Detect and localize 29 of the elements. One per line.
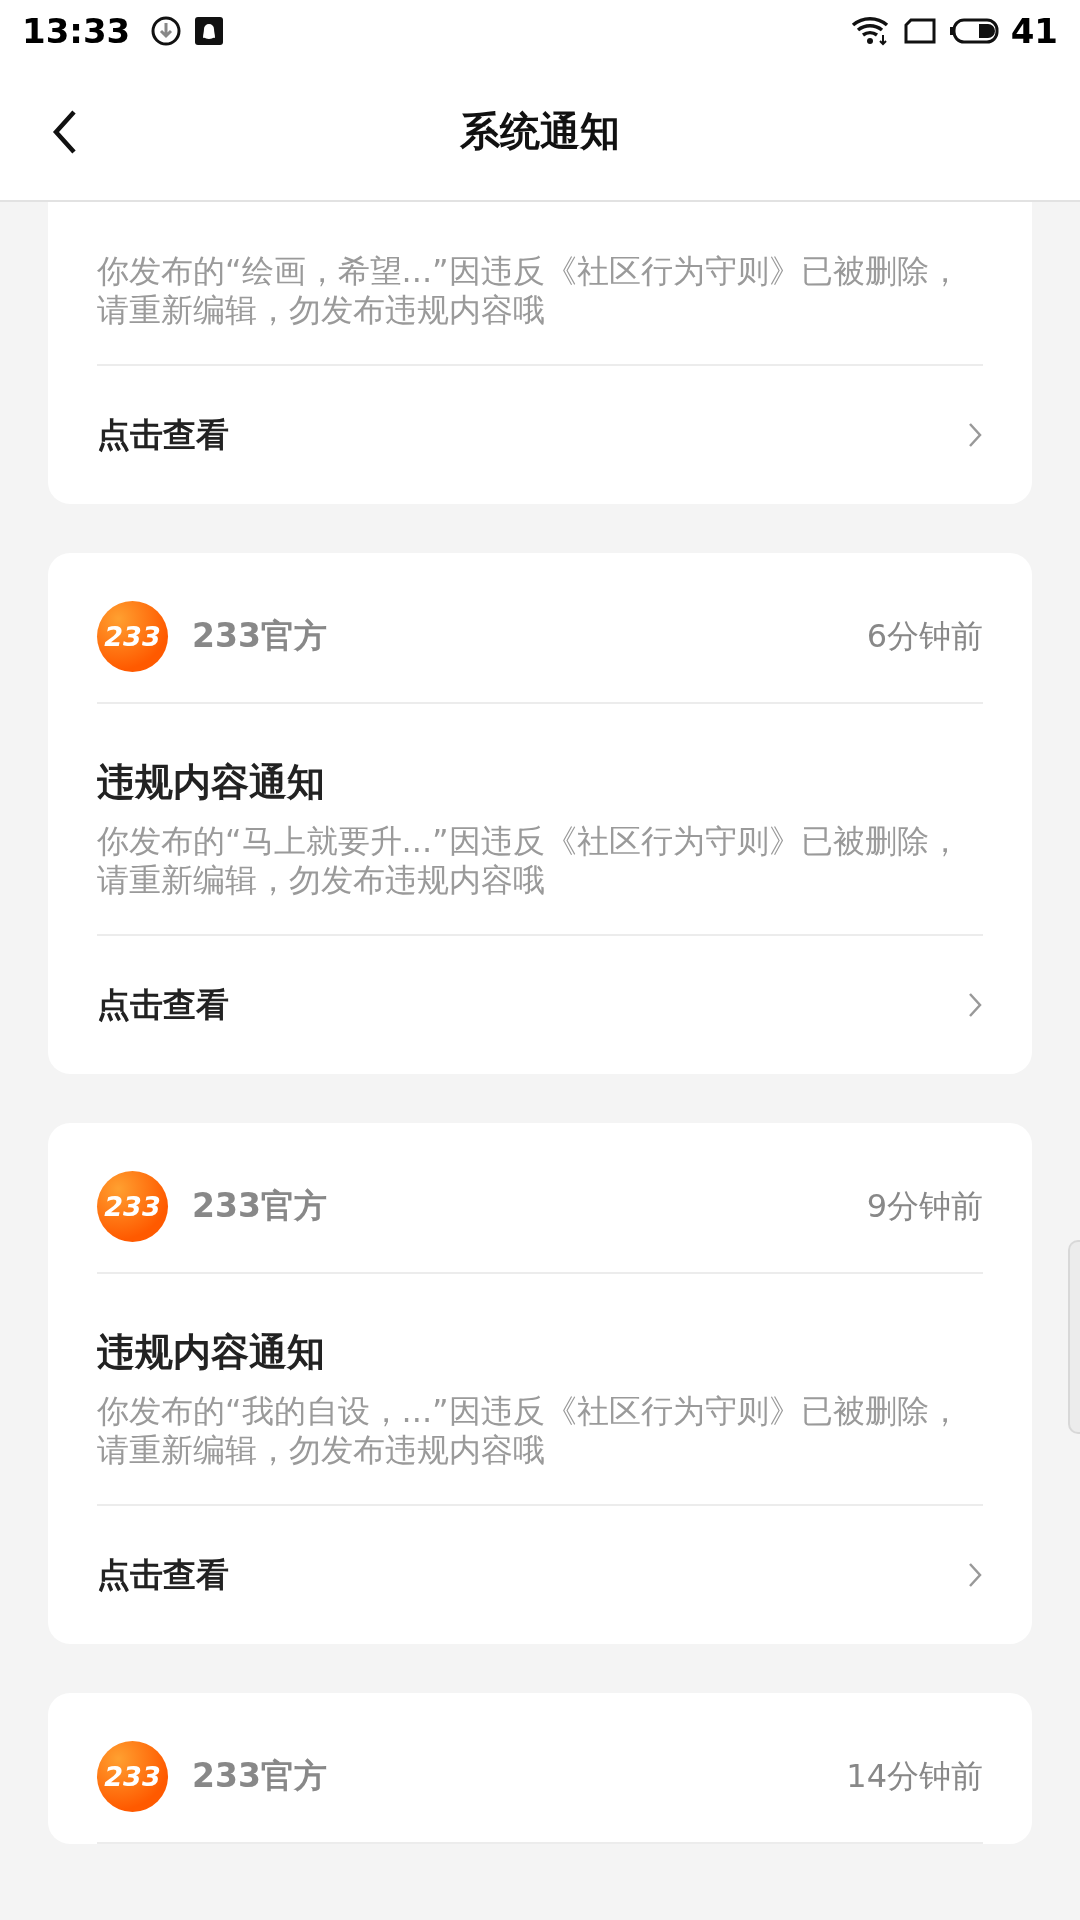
view-link[interactable]: 点击查看 (97, 366, 983, 504)
chevron-right-icon (967, 1561, 983, 1589)
notification-title: 违规内容通知 (97, 762, 326, 802)
download-icon (150, 15, 183, 47)
notification-body: 你发布的“绘画，希望...”因违反《社区行为守则》已被删除，请重新编辑，勿发布违规内容哦 (97, 252, 983, 366)
view-link[interactable]: 点击查看 (97, 936, 983, 1074)
sim-icon (902, 17, 937, 45)
battery-level: 41 (1010, 11, 1058, 51)
chevron-right-icon (967, 421, 983, 449)
sender-name: 233官方 (192, 1755, 327, 1797)
notification-body: 你发布的“我的自设，...”因违反《社区行为守则》已被删除，请重新编辑，勿发布违规内容哦 (97, 1392, 983, 1506)
notification-title: 违规内容通知 (97, 1332, 326, 1372)
brand-logo: 233 (97, 601, 168, 672)
chevron-right-icon (967, 991, 983, 1019)
notification-body: 你发布的“马上就要升...”因违反《社区行为守则》已被删除，请重新编辑，勿发布违规内容哦 (97, 822, 983, 936)
wifi-icon (850, 15, 891, 47)
sender-name: 233官方 (192, 1185, 327, 1227)
status-time: 13:33 (22, 11, 131, 51)
sender-name: 233官方 (192, 615, 327, 657)
notification-time: 14分钟前 (846, 1755, 983, 1797)
brand-logo: 233 (97, 1171, 168, 1242)
notification-time: 6分钟前 (866, 615, 983, 657)
notification-time: 9分钟前 (866, 1185, 983, 1227)
page-title: 系统通知 (460, 106, 620, 156)
ghost-icon (194, 16, 225, 46)
battery-icon (948, 17, 999, 45)
view-link[interactable]: 点击查看 (97, 1506, 983, 1644)
brand-logo: 233 (97, 1741, 168, 1812)
side-handle[interactable] (1068, 1240, 1080, 1434)
